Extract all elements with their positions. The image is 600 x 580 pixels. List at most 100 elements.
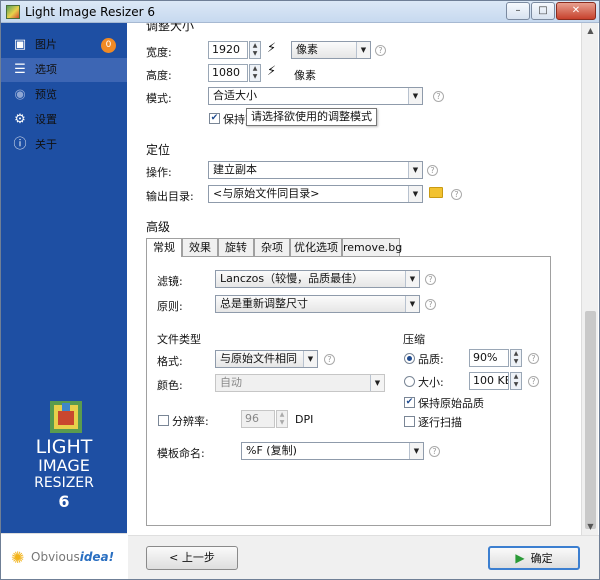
chevron-down-icon: ▼ — [303, 351, 317, 367]
output-folder-select[interactable]: <与原始文件同目录> ▼ — [208, 185, 423, 203]
resolution-label: 分辨率: — [172, 415, 209, 428]
action-select[interactable]: 建立副本 ▼ — [208, 161, 423, 179]
size-spinner[interactable]: ▲ ▼ — [510, 372, 522, 390]
brand-name: Obviousidea! — [31, 550, 115, 564]
tab-general[interactable]: 常规 — [146, 238, 182, 257]
vertical-scrollbar[interactable]: ▲ ▼ — [581, 23, 598, 535]
width-label: 宽度: — [146, 46, 172, 59]
color-select: 自动 ▼ — [215, 374, 385, 392]
resolution-input: 96 — [241, 410, 275, 428]
brand-footer: ✺ Obviousidea! — [1, 533, 127, 579]
chevron-down-icon: ▼ — [405, 296, 419, 312]
maximize-button[interactable]: □ — [531, 2, 555, 20]
keep-quality-label: 保持原始品质 — [418, 397, 484, 410]
template-label: 模板命名: — [157, 447, 205, 460]
height-input[interactable]: 1080 — [208, 64, 248, 82]
footer-bar: < 上一步 ▶ 确定 — [128, 535, 599, 579]
chevron-down-icon: ▼ — [356, 42, 370, 58]
eye-icon: ◉ — [14, 87, 26, 102]
logo-text-light: LIGHT — [35, 436, 93, 458]
format-select[interactable]: 与原始文件相同 ▼ — [215, 350, 318, 368]
magic-wand-icon[interactable]: ⚡ — [267, 41, 276, 56]
resolution-checkbox[interactable] — [158, 415, 169, 426]
action-label: 操作: — [146, 166, 172, 179]
scroll-down-icon[interactable]: ▼ — [582, 519, 599, 535]
help-icon[interactable]: ? — [425, 299, 436, 310]
advanced-section-title: 高级 — [146, 220, 171, 234]
progressive-checkbox[interactable] — [404, 416, 415, 427]
scroll-thumb[interactable] — [585, 311, 596, 529]
sidebar: ▣ 图片 0 ☰ 选项 ◉ 预览 ⚙ 设置 ⓘ 关于 LIGHT IMAGE R… — [1, 23, 127, 579]
tab-effects[interactable]: 效果 — [182, 238, 218, 256]
quality-spinner[interactable]: ▲ ▼ — [510, 349, 522, 367]
sidebar-item-images[interactable]: ▣ 图片 0 — [1, 33, 127, 57]
sidebar-item-settings[interactable]: ⚙ 设置 — [1, 108, 127, 132]
help-icon[interactable]: ? — [451, 189, 462, 200]
height-spinner[interactable]: ▲ ▼ — [249, 64, 261, 82]
color-label: 颜色: — [157, 379, 183, 392]
sidebar-item-label: 关于 — [35, 138, 57, 151]
compression-section-title: 压缩 — [403, 333, 425, 346]
logo-text-resizer: RESIZER — [34, 475, 94, 491]
size-input[interactable]: 100 KB — [469, 372, 509, 390]
tab-remove-bg[interactable]: remove.bg — [342, 238, 402, 256]
tab-misc[interactable]: 杂项 — [254, 238, 290, 256]
size-radio[interactable] — [404, 376, 415, 387]
resize-section-title: 调整大小 — [146, 23, 195, 33]
sliders-icon: ☰ — [14, 62, 26, 77]
app-window: Light Image Resizer 6 – □ ✕ ▣ 图片 0 ☰ 选项 … — [0, 0, 600, 580]
sidebar-item-label: 图片 — [35, 38, 57, 51]
help-icon[interactable]: ? — [528, 353, 539, 364]
magic-wand-icon[interactable]: ⚡ — [267, 64, 276, 79]
height-unit-label: 像素 — [294, 69, 316, 82]
help-icon[interactable]: ? — [375, 45, 386, 56]
folder-icon[interactable] — [429, 187, 443, 198]
info-icon: ⓘ — [13, 137, 27, 152]
help-icon[interactable]: ? — [429, 446, 440, 457]
gear-icon: ⚙ — [14, 112, 26, 127]
minimize-button[interactable]: – — [506, 2, 530, 20]
size-label: 大小: — [418, 376, 444, 389]
chevron-down-icon: ▼ — [370, 375, 384, 391]
scroll-up-icon[interactable]: ▲ — [582, 23, 599, 39]
ok-button[interactable]: ▶ 确定 — [488, 546, 580, 570]
sidebar-item-about[interactable]: ⓘ 关于 — [1, 133, 127, 157]
rule-select[interactable]: 总是重新调整尺寸 ▼ — [215, 295, 420, 313]
chevron-down-icon: ▼ — [408, 162, 422, 178]
chevron-down-icon: ▼ — [409, 443, 423, 459]
help-icon[interactable]: ? — [433, 91, 444, 102]
tab-optimization[interactable]: 优化选项 — [290, 238, 342, 256]
general-tab-panel: 滤镜: Lanczos（较慢，品质最佳） ▼ ? 原则: 总是重新调整尺寸 ▼ ? … — [146, 256, 551, 526]
quality-input[interactable]: 90% — [469, 349, 509, 367]
help-icon[interactable]: ? — [425, 274, 436, 285]
back-button[interactable]: < 上一步 — [146, 546, 238, 570]
sidebar-item-preview: ◉ 预览 — [1, 83, 127, 107]
sidebar-item-options[interactable]: ☰ 选项 — [1, 58, 127, 82]
height-label: 高度: — [146, 69, 172, 82]
help-icon[interactable]: ? — [528, 376, 539, 387]
images-count-badge: 0 — [101, 38, 116, 53]
mode-select[interactable]: 合适大小 ▼ — [208, 87, 423, 105]
help-icon[interactable]: ? — [427, 165, 438, 176]
app-logo-icon — [50, 401, 82, 433]
template-select[interactable]: %F (复制) ▼ — [241, 442, 424, 460]
filter-select[interactable]: Lanczos（较慢，品质最佳） ▼ — [215, 270, 420, 288]
width-input[interactable]: 1920 — [208, 41, 248, 59]
tab-rotate[interactable]: 旋转 — [218, 238, 254, 256]
title-bar[interactable]: Light Image Resizer 6 – □ ✕ — [1, 1, 599, 23]
help-icon[interactable]: ? — [324, 354, 335, 365]
resolution-unit: DPI — [295, 413, 314, 426]
quality-radio[interactable] — [404, 353, 415, 364]
keep-quality-checkbox[interactable]: ✔ — [404, 397, 415, 408]
chevron-down-icon: ▼ — [405, 271, 419, 287]
sidebar-item-label: 选项 — [35, 63, 57, 76]
target-section-title: 定位 — [146, 143, 171, 157]
keep-ratio-checkbox[interactable]: ✔ — [209, 113, 220, 124]
chevron-down-icon: ▼ — [408, 186, 422, 202]
unit-select[interactable]: 像素 ▼ — [291, 41, 371, 59]
close-button[interactable]: ✕ — [556, 2, 596, 20]
window-title: Light Image Resizer 6 — [25, 5, 155, 19]
width-spinner[interactable]: ▲ ▼ — [249, 41, 261, 59]
options-panel: 调整大小 宽度: 1920 ▲ ▼ ⚡ 像素 ▼ ? 高度: 1080 ▲ ▼ ⚡ 像… — [128, 23, 581, 535]
images-icon: ▣ — [13, 37, 27, 52]
